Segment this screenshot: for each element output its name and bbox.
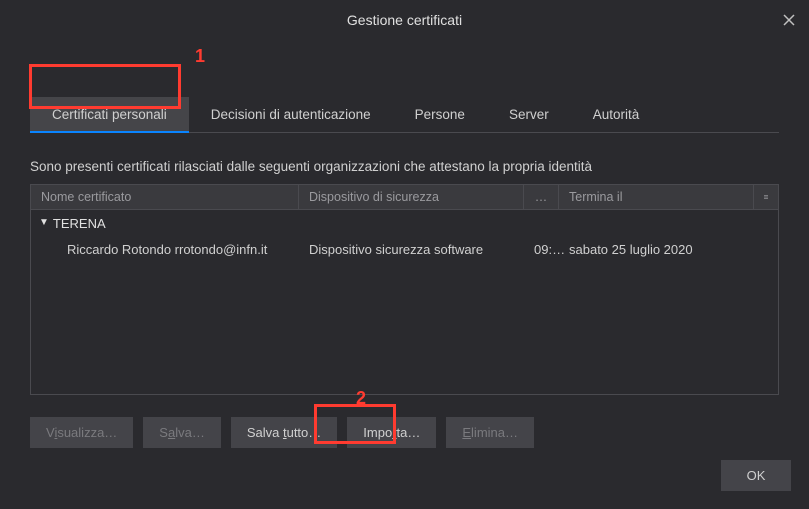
view-button[interactable]: Visualizza…: [30, 417, 133, 448]
close-icon: [783, 14, 795, 26]
tab-label: Server: [509, 107, 549, 122]
dialog-title: Gestione certificati: [347, 12, 462, 28]
close-button[interactable]: [779, 10, 799, 30]
tab-label: Autorità: [593, 107, 640, 122]
table-header: Nome certificato Dispositivo di sicurezz…: [30, 184, 779, 210]
tab-bar: Certificati personali Decisioni di auten…: [30, 97, 779, 133]
column-expires[interactable]: Termina il: [559, 185, 754, 209]
tab-label: Certificati personali: [52, 107, 167, 122]
cell-certificate-name: Riccardo Rotondo rrotondo@infn.it: [31, 242, 299, 257]
tab-personal-certificates[interactable]: Certificati personali: [30, 97, 189, 132]
annotation-1: 1: [195, 46, 205, 67]
cell-security-device: Dispositivo sicurezza software: [299, 242, 524, 257]
tab-servers[interactable]: Server: [487, 97, 571, 132]
dialog-footer: OK: [721, 460, 791, 491]
tab-label: Decisioni di autenticazione: [211, 107, 371, 122]
cell-time: 09:…: [524, 242, 559, 257]
chevron-down-icon: ▼: [39, 217, 49, 228]
action-buttons: Visualizza… Salva… Salva tutto… Importa……: [30, 417, 779, 448]
column-picker[interactable]: [754, 185, 778, 209]
annotation-2: 2: [356, 388, 366, 409]
save-all-button[interactable]: Salva tutto…: [231, 417, 337, 448]
import-button[interactable]: Importa…: [347, 417, 436, 448]
column-certificate-name[interactable]: Nome certificato: [31, 185, 299, 209]
ok-button[interactable]: OK: [721, 460, 791, 491]
tab-label: Persone: [415, 107, 465, 122]
titlebar: Gestione certificati: [0, 0, 809, 40]
description-text: Sono presenti certificati rilasciati dal…: [30, 159, 779, 174]
group-row[interactable]: ▼ TERENA: [31, 210, 778, 236]
cell-expires: sabato 25 luglio 2020: [559, 242, 778, 257]
delete-button[interactable]: Elimina…: [446, 417, 534, 448]
table-row[interactable]: Riccardo Rotondo rrotondo@infn.it Dispos…: [31, 236, 778, 262]
tab-authorities[interactable]: Autorità: [571, 97, 662, 132]
save-button[interactable]: Salva…: [143, 417, 221, 448]
column-more[interactable]: …: [524, 185, 559, 209]
column-security-device[interactable]: Dispositivo di sicurezza: [299, 185, 524, 209]
tab-authentication-decisions[interactable]: Decisioni di autenticazione: [189, 97, 393, 132]
column-picker-icon: [764, 192, 768, 202]
tab-people[interactable]: Persone: [393, 97, 487, 132]
certificate-table: ▼ TERENA Riccardo Rotondo rrotondo@infn.…: [30, 210, 779, 395]
group-name: TERENA: [53, 216, 106, 231]
